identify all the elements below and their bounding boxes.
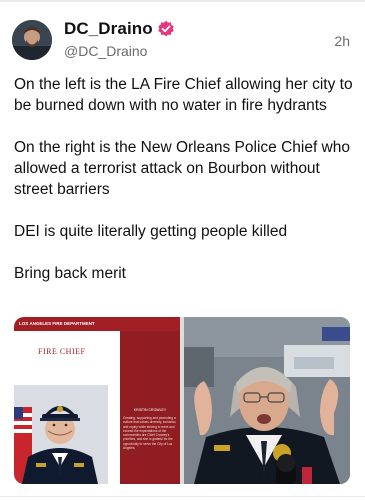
lafd-chief-bio: Creating, supporting and promoting a cul… [123, 416, 177, 451]
police-chief-photo [184, 317, 350, 484]
display-name[interactable]: DC_Draino [64, 19, 153, 39]
post-paragraph: Bring back merit [14, 265, 126, 282]
name-row: DC_Draino [64, 19, 175, 39]
media-image-lafd-chief[interactable]: LOS ANGELES FIRE DEPARTMENT FIRE CHIEF K… [14, 317, 180, 484]
post-paragraph: On the right is the New Orleans Police C… [14, 139, 350, 198]
lafd-chief-name: KRISTIN CROWLEY [133, 408, 167, 412]
bottom-divider [0, 496, 365, 497]
post-body: On the left is the LA Fire Chief allowin… [14, 74, 354, 305]
post-media[interactable]: LOS ANGELES FIRE DEPARTMENT FIRE CHIEF K… [14, 317, 350, 484]
post-paragraph: On the left is the LA Fire Chief allowin… [14, 76, 353, 114]
top-divider [0, 0, 365, 2]
verified-badge-icon [157, 20, 175, 38]
post-header: DC_Draino @DC_Draino 2h [0, 10, 365, 66]
post-timestamp: 2h [334, 33, 350, 49]
avatar[interactable] [12, 20, 52, 60]
user-handle[interactable]: @DC_Draino [64, 43, 147, 59]
media-image-police-chief[interactable] [184, 317, 350, 484]
lafd-portrait-photo [14, 385, 108, 484]
post-paragraph: DEI is quite literally getting people ki… [14, 223, 288, 240]
